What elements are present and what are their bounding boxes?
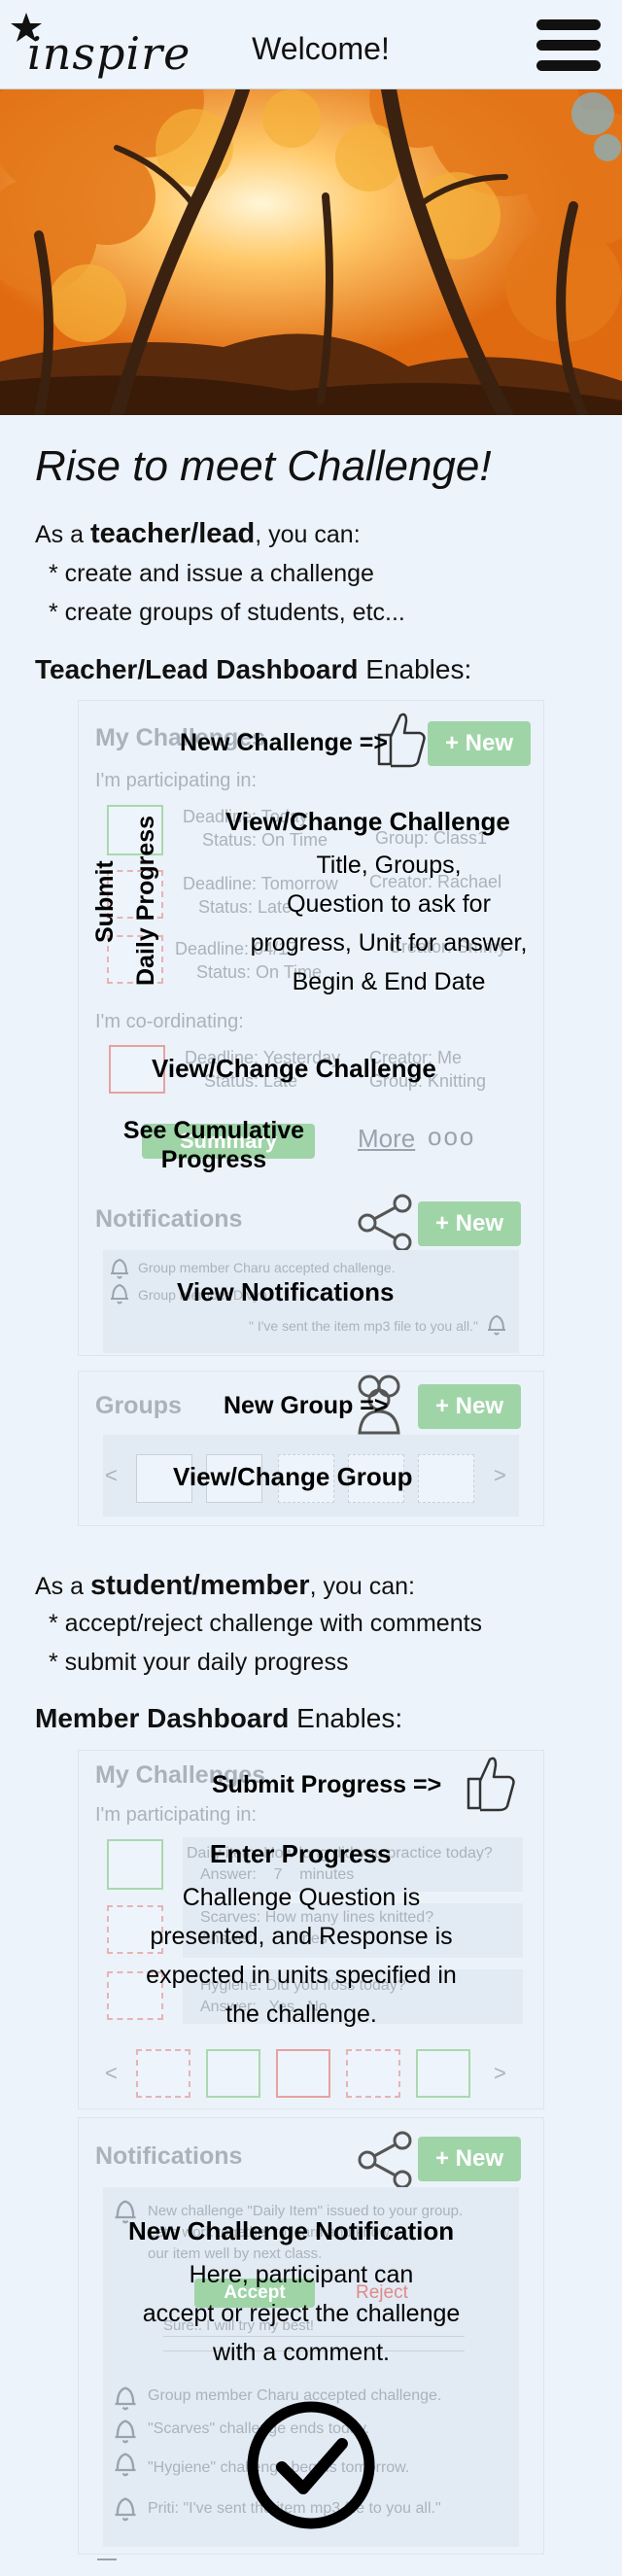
new-notification-button[interactable]: + New — [418, 1201, 521, 1246]
bell-icon — [115, 2497, 136, 2522]
annotation-line: presented, and Response is — [150, 1923, 453, 1950]
bell-icon — [115, 2453, 136, 2477]
annotation-submit: Submit — [91, 860, 119, 943]
annotation-view-change-challenge: View/Change Challenge — [225, 807, 510, 836]
bell-icon — [115, 2419, 136, 2444]
share-icon[interactable] — [356, 2131, 416, 2189]
carousel-next[interactable]: > — [494, 2061, 506, 2086]
annotation-line: with a comment. — [212, 2339, 390, 2366]
more-link[interactable]: More — [358, 1124, 415, 1154]
annotation-enter-progress-description: Challenge Question is presented, and Res… — [117, 1878, 486, 2034]
annotation-line: progress, Unit for answer, — [250, 929, 528, 957]
member-dashboard-suffix: Enables: — [289, 1703, 403, 1733]
teacher-role: teacher/lead — [89, 518, 256, 549]
new-group-button[interactable]: + New — [418, 1384, 521, 1429]
annotation-line: Progress — [160, 1146, 267, 1173]
bell-icon — [115, 2386, 136, 2411]
tagline: Rise to meet Challenge! — [35, 442, 492, 490]
thumbs-up-icon[interactable] — [463, 1752, 517, 1812]
teacher-intro: As a teacher/lead, you can: — [35, 518, 361, 550]
day-tile[interactable] — [276, 2049, 330, 2098]
annotation-line: expected in units specified in — [146, 1962, 457, 1989]
coordinating-label: I'm co-ordinating: — [95, 1011, 244, 1032]
day-tile[interactable] — [346, 2049, 400, 2098]
member-dashboard-heading: Member Dashboard Enables: — [35, 1703, 402, 1734]
teacher-intro-suffix: , you can: — [255, 521, 361, 548]
annotation-new-challenge: New Challenge => — [180, 729, 388, 756]
new-notification-button[interactable]: + New — [418, 2137, 521, 2181]
participating-label: I'm participating in: — [95, 1804, 258, 1826]
notifications-heading: Notifications — [95, 1205, 243, 1233]
member-dashboard-title: Member Dashboard — [35, 1703, 290, 1733]
annotation-line: the challenge. — [225, 2001, 377, 2028]
participating-label: I'm participating in: — [95, 770, 258, 791]
annotation-submit-progress: Submit Progress => — [212, 1771, 442, 1798]
student-role: student/member — [89, 1570, 310, 1601]
carousel-prev[interactable]: < — [105, 1463, 118, 1488]
student-bullet: * accept/reject challenge with comments — [49, 1610, 483, 1637]
teacher-intro-prefix: As a — [35, 521, 90, 548]
day-tile[interactable] — [136, 2049, 190, 2098]
more-dots[interactable]: ooo — [428, 1122, 475, 1152]
carousel-prev[interactable]: < — [105, 2061, 118, 2086]
page-title: Welcome! — [252, 31, 390, 66]
annotation-view-change-description: Title, Groups, Question to ask for progr… — [224, 846, 554, 1001]
carousel-next[interactable]: > — [494, 1463, 506, 1488]
teacher-dashboard-heading: Teacher/Lead Dashboard Enables: — [35, 654, 471, 685]
student-intro: As a student/member, you can: — [35, 1570, 415, 1602]
teacher-dashboard-suffix: Enables: — [358, 654, 472, 684]
share-icon[interactable] — [356, 1194, 416, 1252]
notification-item[interactable]: " I've sent the item mp3 file to you all… — [249, 1318, 478, 1334]
annotation-see-cumulative: See Cumulative Progress — [107, 1116, 321, 1174]
annotation-view-notifications: View Notifications — [177, 1277, 395, 1306]
app-header: inspire Welcome! — [0, 0, 622, 89]
annotation-line: Begin & End Date — [292, 968, 486, 995]
annotation-line: See Cumulative — [122, 1117, 305, 1144]
teacher-bullet: * create groups of students, etc... — [49, 599, 405, 626]
day-tile[interactable] — [206, 2049, 260, 2098]
annotation-new-group: New Group => — [224, 1392, 389, 1419]
hero-image — [0, 89, 622, 415]
new-challenge-button[interactable]: + New — [428, 721, 531, 766]
notifications-heading: Notifications — [95, 2142, 243, 2170]
annotation-line: accept or reject the challenge — [142, 2300, 461, 2327]
annotation-new-challenge-notification: New Challenge Notification — [128, 2216, 455, 2245]
bell-icon — [111, 1258, 128, 1279]
annotation-view-change-challenge-2: View/Change Challenge — [152, 1054, 436, 1083]
teacher-dashboard-title: Teacher/Lead Dashboard — [35, 654, 359, 684]
annotation-line: Here, participant can — [189, 2261, 414, 2288]
checkmark-circle-icon[interactable] — [245, 2399, 377, 2531]
divider — [97, 2559, 117, 2560]
student-intro-prefix: As a — [35, 1573, 90, 1600]
logo-text: inspire — [27, 27, 191, 80]
annotation-line: Challenge Question is — [182, 1884, 421, 1911]
annotation-daily-progress: Daily Progress — [132, 815, 159, 986]
day-tile[interactable] — [416, 2049, 470, 2098]
student-intro-suffix: , you can: — [309, 1573, 415, 1600]
hamburger-menu-icon[interactable] — [531, 16, 606, 76]
annotation-enter-progress: Enter Progress — [210, 1839, 392, 1868]
annotation-view-change-group: View/Change Group — [173, 1462, 413, 1491]
teacher-bullet: * create and issue a challenge — [49, 560, 374, 587]
bell-icon — [111, 1283, 128, 1305]
notification-item[interactable]: Group member Charu accepted challenge. — [138, 1260, 396, 1275]
groups-heading: Groups — [95, 1392, 182, 1419]
logo[interactable]: inspire — [10, 13, 190, 80]
bell-icon — [488, 1314, 505, 1336]
annotation-new-challenge-description: Here, participant can accept or reject t… — [107, 2255, 496, 2372]
group-tile[interactable] — [418, 1454, 474, 1503]
annotation-line: Question to ask for — [287, 890, 491, 918]
annotation-line: Title, Groups, — [316, 852, 462, 879]
student-bullet: * submit your daily progress — [49, 1649, 349, 1676]
